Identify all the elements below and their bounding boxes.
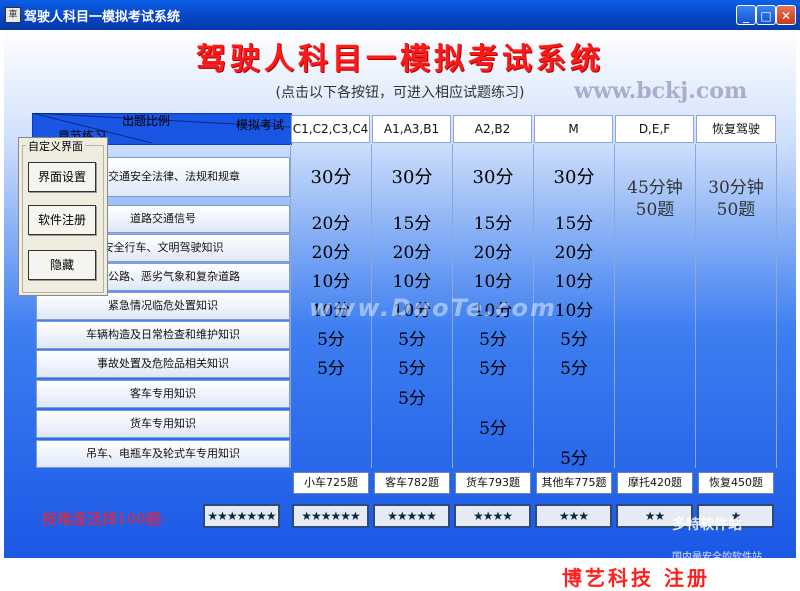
header-ratio-label: 出题比例 [122,114,171,128]
score-cell: 15分 [473,214,513,234]
chapter-row-9-button[interactable]: 货车专用知识 [36,410,290,438]
difficulty-label: 按难度选择100题: [42,510,166,528]
restore-exam-info: 30分钟 50题 [708,178,764,220]
score-cell: 5分 [317,330,345,350]
score-cell: 30分 [310,167,352,188]
difficulty-6-button[interactable]: ★★★★★★ [292,504,369,528]
def-exam-info: 45分钟 50题 [627,178,683,220]
bank-car-button[interactable]: 小车725题 [293,472,369,494]
bank-restore-button[interactable]: 恢复450题 [698,472,774,494]
app-title: 驾驶人科目一模拟考试系统 [196,42,604,77]
score-cell: 20分 [311,214,351,234]
chapter-row-5-button[interactable]: 紧急情况临危处置知识 [36,292,290,320]
score-cell: 20分 [473,243,513,263]
client-area: 驾驶人科目一模拟考试系统 (点击以下各按钮，可进入相应试题练习) www.bck… [4,30,796,590]
score-cell: 5分 [479,330,507,350]
register-button[interactable]: 软件注册 [28,205,96,235]
score-cell: 20分 [554,243,594,263]
column-m-button[interactable]: M [534,115,613,143]
bank-other-button[interactable]: 其他车775题 [536,472,612,494]
score-cell: 10分 [392,272,432,292]
score-cell: 5分 [398,359,426,379]
watermark-logo: 多特软件站 [672,517,742,533]
score-cell: 20分 [311,243,351,263]
score-cell: 5分 [479,419,507,439]
title-bar[interactable]: 車 驾驶人科目一模拟考试系统 _ □ ✕ [0,0,800,30]
score-cell: 30分 [391,167,433,188]
app-window: 車 驾驶人科目一模拟考试系统 _ □ ✕ 驾驶人科目一模拟考试系统 (点击以下各… [0,0,800,590]
watermark-duote: www.DuoTe.com [309,294,557,322]
score-cell: 10分 [311,272,351,292]
score-cell: 20分 [392,243,432,263]
column-restore-button[interactable]: 恢复驾驶 [696,115,776,143]
score-cell: 5分 [398,330,426,350]
column-c1-button[interactable]: C1,C2,C3,C4 [291,115,370,143]
difficulty-3-button[interactable]: ★★★ [535,504,612,528]
header-mock-label: 模拟考试 [236,118,285,132]
difficulty-5-button[interactable]: ★★★★★ [373,504,450,528]
score-cell: 5分 [560,359,588,379]
app-icon: 車 [5,7,21,23]
score-cell: 5分 [317,359,345,379]
score-cell: 5分 [560,449,588,469]
watermark-url: www.bckj.com [574,78,748,104]
hide-button[interactable]: 隐藏 [28,250,96,280]
score-cell: 5分 [560,330,588,350]
score-cell: 5分 [479,359,507,379]
score-cell: 30分 [553,167,595,188]
score-cell: 10分 [554,272,594,292]
bank-bus-button[interactable]: 客车782题 [374,472,450,494]
score-cell: 5分 [398,389,426,409]
column-a1-button[interactable]: A1,A3,B1 [372,115,451,143]
score-cell: 15分 [392,214,432,234]
chapter-row-7-button[interactable]: 事故处置及危险品相关知识 [36,350,290,378]
close-button[interactable]: ✕ [776,5,796,25]
watermark-logo-sub: 国内最安全的软件站 [672,552,762,563]
difficulty-7-button[interactable]: ★★★★★★★ [203,504,280,528]
score-cell: 10分 [473,272,513,292]
column-a2-button[interactable]: A2,B2 [453,115,532,143]
score-cell: 15分 [554,214,594,234]
difficulty-4-button[interactable]: ★★★★ [454,504,531,528]
window-title: 驾驶人科目一模拟考试系统 [24,10,181,25]
chapter-row-8-button[interactable]: 客车专用知识 [36,380,290,408]
column-def-button[interactable]: D,E,F [615,115,694,143]
grid-line [695,144,696,468]
company-name: 博艺科技 注册 [562,566,710,590]
ui-settings-button[interactable]: 界面设置 [28,162,96,192]
grid-line [776,144,777,468]
custom-ui-title: 自定义界面 [26,138,85,154]
bank-moto-button[interactable]: 摩托420题 [617,472,693,494]
bank-truck-button[interactable]: 货车793题 [455,472,531,494]
grid-line [614,144,615,468]
minimize-button[interactable]: _ [736,5,756,25]
chapter-row-10-button[interactable]: 吊车、电瓶车及轮式车专用知识 [36,440,290,468]
score-cell: 30分 [472,167,514,188]
chapter-row-6-button[interactable]: 车辆构造及日常检查和维护知识 [36,321,290,349]
maximize-button[interactable]: □ [756,5,776,25]
